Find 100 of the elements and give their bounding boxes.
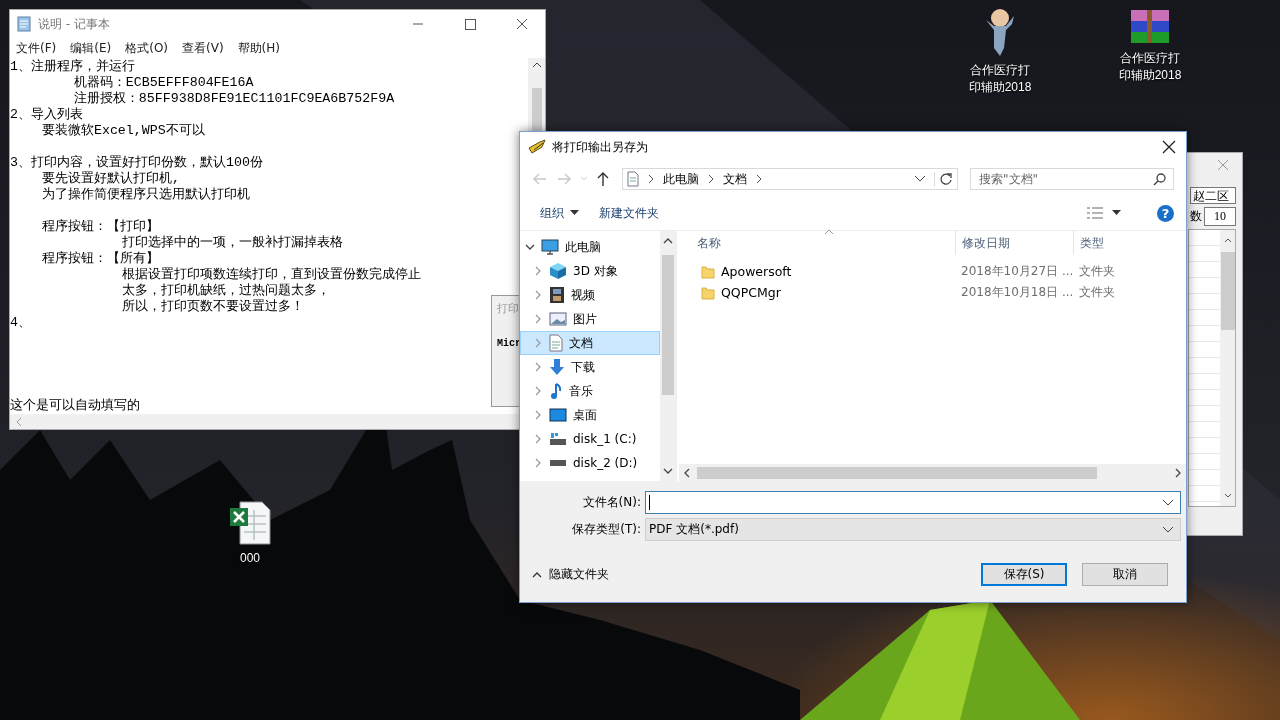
column-header[interactable]: 类型 xyxy=(1073,231,1163,255)
new-folder-button[interactable]: 新建文件夹 xyxy=(593,200,665,226)
modified-date: 2018年10月27日 ... xyxy=(960,263,1073,280)
text-line: 注册授权：85FF938D8FE91EC1101FC9EA6B752F9A xyxy=(72,91,395,107)
number-field[interactable]: 10 xyxy=(1204,207,1236,226)
caret-icon[interactable] xyxy=(1162,498,1174,507)
close-icon[interactable] xyxy=(1162,140,1176,154)
column-header[interactable]: 修改日期 xyxy=(955,231,1073,255)
breadcrumb-item[interactable]: 此电脑 xyxy=(663,170,699,188)
field-label: 文件名(N): xyxy=(582,494,641,511)
menu-item[interactable]: 帮助(H) xyxy=(237,39,280,57)
text-line: 3、打印内容，设置好打印份数，默认100份 xyxy=(10,155,263,171)
tree-item[interactable]: 图片 xyxy=(520,307,660,331)
text-line: 要先设置好默认打印机, xyxy=(40,171,180,187)
text-line: 1、注册程序，并运行 xyxy=(10,59,135,75)
up-icon[interactable] xyxy=(596,171,610,187)
spreadsheet-icon[interactable] xyxy=(228,500,272,546)
file-type: 文件夹 xyxy=(1078,284,1116,301)
tree-item[interactable]: 下载 xyxy=(520,355,660,379)
caret-icon[interactable] xyxy=(1112,210,1121,216)
file-name[interactable]: Apowersoft xyxy=(721,264,792,279)
search-field[interactable]: 搜索"文档" xyxy=(970,168,1174,190)
search-icon[interactable] xyxy=(1153,172,1167,186)
archive-icon[interactable] xyxy=(1129,8,1171,46)
document-icon xyxy=(549,334,563,352)
menu-item[interactable]: 文件(F) xyxy=(16,39,57,57)
chevron-icon xyxy=(647,174,655,184)
folder-icon xyxy=(701,264,715,279)
tree-item[interactable]: 音乐 xyxy=(520,379,660,403)
help-icon[interactable]: ? xyxy=(1157,204,1174,222)
music-note-icon xyxy=(549,382,563,400)
printer-icon xyxy=(528,139,546,155)
file-name[interactable]: QQPCMgr xyxy=(721,285,781,300)
tree-item[interactable]: 视频 xyxy=(520,283,660,307)
desktop-icon-label[interactable]: 合作医疗打印辅助2018 xyxy=(1118,50,1182,84)
breadcrumb-item[interactable]: 文档 xyxy=(723,170,747,188)
menu-item[interactable]: 格式(O) xyxy=(125,39,169,57)
chevron-right-icon[interactable] xyxy=(533,458,543,468)
details-view-icon[interactable] xyxy=(1086,206,1104,220)
save-button[interactable]: 保存(S) xyxy=(981,563,1067,586)
text-line: 打印选择中的一项，一般补打漏掉表格 xyxy=(120,235,343,251)
search-input[interactable]: 搜索"文档" xyxy=(971,171,1153,187)
document-icon xyxy=(627,171,639,187)
chevron-right-icon[interactable] xyxy=(533,266,543,276)
tree-item[interactable]: disk_1 (C:) xyxy=(520,427,660,451)
tree-item[interactable]: 文档 xyxy=(520,331,660,355)
drive-icon xyxy=(549,458,567,468)
field-label: 数 xyxy=(1190,208,1202,225)
file-name-field[interactable] xyxy=(645,491,1181,514)
tree-item[interactable]: disk_2 (D:) xyxy=(520,451,660,475)
column-header[interactable]: 名称 xyxy=(679,231,955,255)
chevron-right-icon[interactable] xyxy=(533,314,543,324)
chevron-down-icon[interactable] xyxy=(525,242,535,252)
chevron-icon xyxy=(755,174,763,184)
text-line: 要装微软Excel,WPS不可以 xyxy=(40,123,205,139)
chevron-up-icon xyxy=(532,570,542,579)
chevron-right-icon[interactable] xyxy=(533,362,543,372)
tree-item[interactable]: 桌面 xyxy=(520,403,660,427)
dropdown-icon[interactable] xyxy=(914,175,926,183)
file-type: 文件夹 xyxy=(1078,263,1116,280)
drive-icon xyxy=(549,432,567,446)
desktop-icon-label[interactable]: 000 xyxy=(218,550,282,567)
text-line: 这个是可以自动填写的 xyxy=(10,398,140,414)
image-icon xyxy=(549,312,567,326)
caret-icon[interactable] xyxy=(1162,525,1174,534)
tree-item[interactable]: 3D 对象 xyxy=(520,259,660,283)
field-label: 保存类型(T): xyxy=(572,521,641,538)
desktop-icon-label[interactable]: 合作医疗打印辅助2018 xyxy=(968,62,1032,96)
cancel-button[interactable]: 取消 xyxy=(1082,563,1168,586)
chevron-right-icon[interactable] xyxy=(533,410,543,420)
window-title: 将打印输出另存为 xyxy=(552,138,648,156)
scrollbar[interactable] xyxy=(660,231,676,481)
organize-button[interactable]: 组织 xyxy=(534,200,585,226)
text-line: 4、 xyxy=(10,315,31,331)
chevron-right-icon[interactable] xyxy=(533,338,543,348)
monitor-icon xyxy=(541,239,559,255)
text-line: 程序按钮：【打印】 xyxy=(40,219,159,235)
menu-item[interactable]: 查看(V) xyxy=(182,39,224,57)
caret-icon xyxy=(570,210,579,216)
dialog-text: Micr xyxy=(497,338,522,349)
folder-icon xyxy=(701,285,715,300)
text-line: 2、导入列表 xyxy=(10,107,83,123)
address-bar[interactable]: 此电脑 文档 xyxy=(622,168,958,190)
menu-item[interactable]: 编辑(E) xyxy=(70,39,112,57)
text-line: 程序按钮：【所有】 xyxy=(40,251,159,267)
download-icon xyxy=(549,358,565,376)
text-field[interactable]: 赵二区 xyxy=(1190,187,1236,204)
file-type-dropdown[interactable]: PDF 文档(*.pdf) xyxy=(645,518,1181,541)
desktop-icon xyxy=(549,408,567,422)
text-line: 机器码：ECB5EFFF804FE16A xyxy=(72,75,254,91)
text-line: 太多，打印机缺纸，过热问题太多， xyxy=(120,283,330,299)
chevron-right-icon[interactable] xyxy=(533,386,543,396)
window-title: 打印 xyxy=(497,301,520,316)
tree-item[interactable]: 此电脑 xyxy=(520,235,660,259)
modified-date: 2018年10月18日 ... xyxy=(960,284,1073,301)
chevron-right-icon[interactable] xyxy=(533,434,543,444)
scrollbar[interactable] xyxy=(679,464,1186,481)
sort-icon xyxy=(824,229,834,235)
chevron-right-icon[interactable] xyxy=(533,290,543,300)
hide-folders-button[interactable]: 隐藏文件夹 xyxy=(532,566,609,583)
